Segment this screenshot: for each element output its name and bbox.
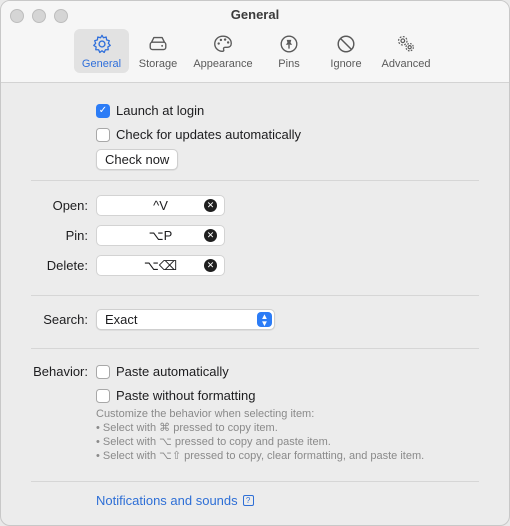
- check-updates-checkbox[interactable]: [96, 127, 110, 142]
- launch-at-login-checkbox[interactable]: ✓: [96, 103, 110, 118]
- paste-automatically-option[interactable]: Paste automatically: [96, 364, 229, 379]
- tab-advanced[interactable]: Advanced: [375, 29, 437, 73]
- clear-delete-shortcut-icon[interactable]: ✕: [204, 259, 217, 272]
- launch-at-login-option[interactable]: ✓ Launch at login: [96, 103, 204, 118]
- hint-line: • Select with ⌘ pressed to copy item.: [96, 422, 278, 434]
- palette-icon: [214, 35, 232, 53]
- pin-shortcut-label: Pin:: [65, 228, 88, 243]
- preferences-window: General General Storage Appearance Pins …: [0, 0, 510, 526]
- paste-without-formatting-option[interactable]: Paste without formatting: [96, 388, 255, 403]
- divider: [31, 481, 479, 482]
- check-updates-option[interactable]: Check for updates automatically: [96, 127, 301, 142]
- divider: [31, 348, 479, 349]
- tab-storage-label: Storage: [138, 58, 178, 70]
- hint-line: Customize the behavior when selecting it…: [96, 408, 315, 420]
- pin-shortcut-recorder[interactable]: ⌥P ✕: [96, 225, 225, 246]
- delete-shortcut-label: Delete:: [46, 258, 88, 273]
- tab-appearance[interactable]: Appearance: [187, 29, 259, 73]
- notifications-and-sounds-link[interactable]: Notifications and sounds ?: [96, 493, 254, 508]
- launch-at-login-label: Launch at login: [116, 103, 205, 118]
- open-shortcut-label: Open:: [52, 198, 88, 213]
- pin-shortcut-value: ⌥P: [148, 227, 173, 243]
- gear-icon: [92, 34, 111, 54]
- prohibited-icon: [337, 35, 355, 53]
- divider: [31, 180, 479, 181]
- tab-pins-label: Pins: [278, 58, 300, 70]
- search-mode-value: Exact: [105, 312, 138, 327]
- tab-advanced-label: Advanced: [381, 58, 431, 70]
- window-title: General: [230, 7, 280, 22]
- tab-appearance-label: Appearance: [193, 58, 253, 70]
- popup-arrows-icon: ▲ ▼: [257, 312, 272, 327]
- clear-pin-shortcut-icon[interactable]: ✕: [204, 229, 217, 242]
- behavior-hint: Customize the behavior when selecting it…: [96, 407, 424, 463]
- paste-automatically-checkbox[interactable]: [96, 364, 110, 379]
- search-mode-select[interactable]: Exact ▲ ▼: [96, 309, 275, 330]
- behavior-label: Behavior:: [33, 364, 88, 379]
- hint-line: • Select with ⌥⇧ pressed to copy, clear …: [96, 450, 425, 462]
- tab-general[interactable]: General: [74, 29, 129, 73]
- check-now-button[interactable]: Check now: [96, 149, 179, 170]
- clear-open-shortcut-icon[interactable]: ✕: [204, 199, 217, 212]
- check-updates-label: Check for updates automatically: [116, 127, 301, 142]
- tab-general-label: General: [81, 58, 122, 70]
- general-pane: ✓ Launch at login Check for updates auto…: [1, 83, 509, 525]
- tab-ignore[interactable]: Ignore: [324, 29, 368, 73]
- titlebar: General General Storage Appearance Pins …: [1, 1, 509, 83]
- gears-icon: [397, 35, 414, 52]
- delete-shortcut-recorder[interactable]: ⌥⌫ ✕: [96, 255, 225, 276]
- tab-storage[interactable]: Storage: [132, 29, 184, 73]
- search-mode-label: Search:: [43, 312, 88, 327]
- open-shortcut-value: ^V: [153, 198, 168, 213]
- tab-ignore-label: Ignore: [330, 58, 362, 70]
- pin-icon: [280, 35, 298, 53]
- notifications-link-label: Notifications and sounds: [96, 493, 238, 508]
- paste-without-formatting-checkbox[interactable]: [96, 388, 110, 403]
- tab-pins[interactable]: Pins: [269, 29, 309, 73]
- open-shortcut-recorder[interactable]: ^V ✕: [96, 195, 225, 216]
- hint-line: • Select with ⌥ pressed to copy and past…: [96, 436, 331, 448]
- divider: [31, 295, 479, 296]
- preferences-toolbar: General Storage Appearance Pins Ignore A…: [1, 29, 509, 73]
- paste-without-formatting-label: Paste without formatting: [116, 388, 256, 403]
- paste-automatically-label: Paste automatically: [116, 364, 229, 379]
- drive-icon: [149, 36, 167, 51]
- delete-shortcut-value: ⌥⌫: [143, 257, 178, 273]
- help-icon: ?: [242, 495, 254, 506]
